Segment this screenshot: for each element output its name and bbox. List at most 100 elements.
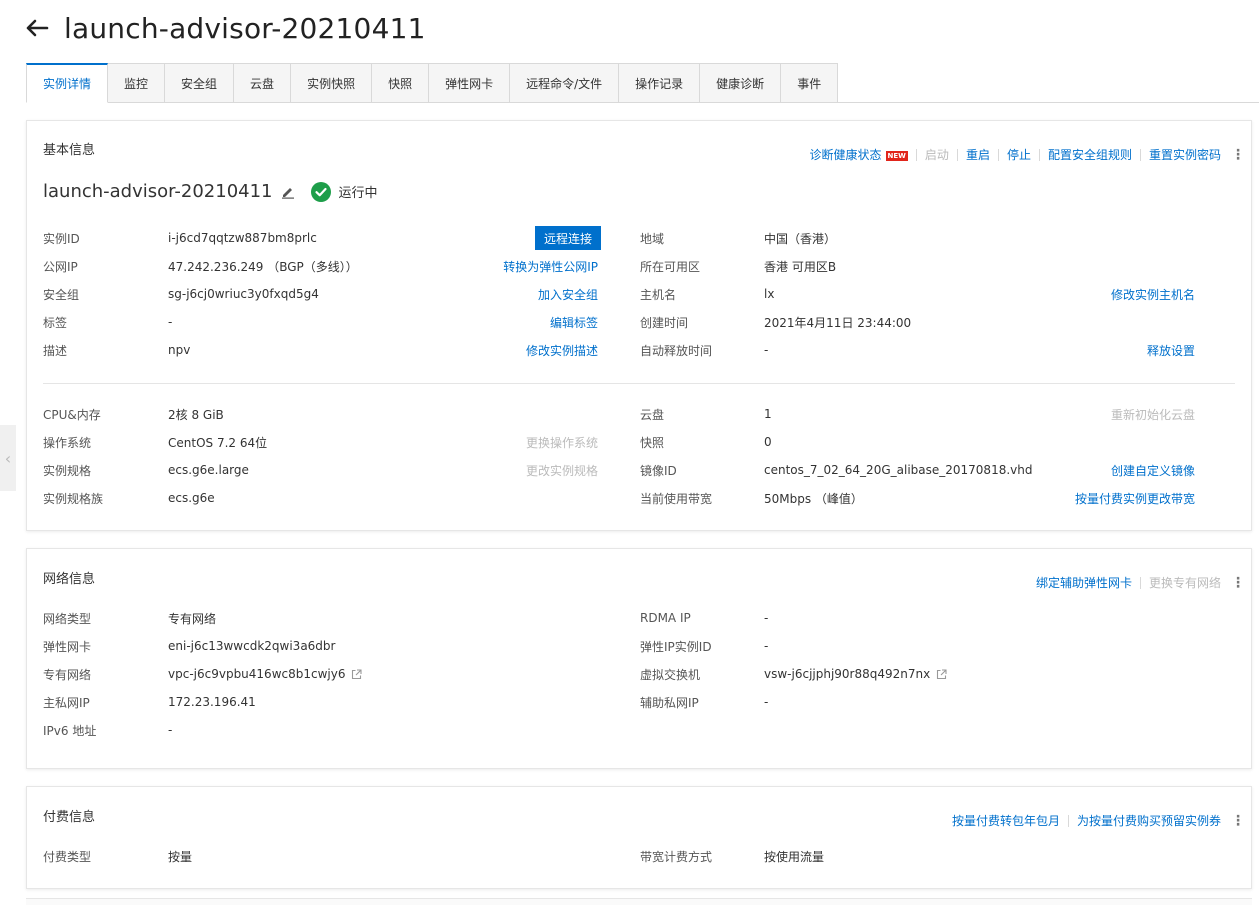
field-label: 操作系统 <box>43 435 92 450</box>
field-billing-type: 付费类型 按量 <box>43 846 192 866</box>
field-value: i-j6cd7qqtzw887bm8prlc <box>168 231 317 245</box>
field-hostname: 主机名 lx <box>640 284 774 304</box>
tab-snapshots[interactable]: 快照 <box>372 63 430 103</box>
field-os: 操作系统 CentOS 7.2 64位 <box>43 432 267 452</box>
tab-eni[interactable]: 弹性网卡 <box>429 63 511 103</box>
external-link-icon[interactable] <box>351 668 363 680</box>
field-disks: 云盘 1 <box>640 404 772 424</box>
field-label: 快照 <box>640 435 665 450</box>
release-settings-link[interactable]: 释放设置 <box>1147 342 1195 359</box>
field-label: 安全组 <box>43 287 80 302</box>
field-value: lx <box>764 287 775 301</box>
diagnose-health-link[interactable]: 诊断健康状态 NEW <box>810 146 908 163</box>
side-collapse-handle[interactable]: ‹ <box>0 425 16 491</box>
field-label: 创建时间 <box>640 315 689 330</box>
field-label: 所在可用区 <box>640 259 701 274</box>
field-value: 专有网络 <box>168 611 217 626</box>
tab-monitoring[interactable]: 监控 <box>108 63 166 103</box>
field-primary-private-ip: 主私网IP 172.23.196.41 <box>43 692 256 712</box>
field-label: CPU&内存 <box>43 407 101 422</box>
external-link-icon[interactable] <box>936 668 947 680</box>
field-label: 主私网IP <box>43 695 90 710</box>
bind-eni-link[interactable]: 绑定辅助弹性网卡 <box>1036 574 1132 591</box>
tab-remote-commands[interactable]: 远程命令/文件 <box>510 63 620 103</box>
edit-description-link-row: 修改实例描述 <box>526 340 598 360</box>
field-value: eni-j6c13wwcdk2qwi3a6dbr <box>168 639 336 653</box>
field-label: 地域 <box>640 231 665 246</box>
more-vertical-icon[interactable]: ⋮ <box>1231 576 1245 590</box>
basic-info-actions: 诊断健康状态 NEW 启动 重启 停止 配置安全组规则 重置实例密码 ⋮ <box>810 146 1245 163</box>
change-os-link-row: 更换操作系统 <box>526 432 598 452</box>
stop-link[interactable]: 停止 <box>1007 146 1031 163</box>
field-description: 描述 npv <box>43 340 190 360</box>
field-instance-family: 实例规格族 ecs.g6e <box>43 488 215 508</box>
divider <box>1067 814 1069 827</box>
billing-info-title: 付费信息 <box>43 810 96 825</box>
field-image-id: 镜像ID centos_7_02_64_20G_alibase_20170818… <box>640 460 1032 480</box>
field-value: 按使用流量 <box>764 849 825 864</box>
tab-security-group[interactable]: 安全组 <box>165 63 235 103</box>
join-security-group-link[interactable]: 加入安全组 <box>538 286 598 303</box>
edit-description-link[interactable]: 修改实例描述 <box>526 342 598 359</box>
divider <box>1139 576 1141 589</box>
configure-sg-rules-link[interactable]: 配置安全组规则 <box>1048 146 1132 163</box>
network-info-card: 网络信息 绑定辅助弹性网卡 更换专有网络 ⋮ 网络类型 专有网络 弹性网卡 en… <box>26 548 1252 769</box>
create-image-link-row: 创建自定义镜像 <box>1111 460 1195 480</box>
field-label: 实例ID <box>43 231 80 246</box>
change-vpc-link: 更换专有网络 <box>1148 576 1221 590</box>
field-cpu-memory: CPU&内存 2核 8 GiB <box>43 404 224 424</box>
network-info-title: 网络信息 <box>43 572 96 587</box>
field-label: 镜像ID <box>640 463 677 478</box>
divider <box>997 148 999 161</box>
field-security-group: 安全组 sg-j6cj0wriuc3y0fxqd5g4 <box>43 284 319 304</box>
more-vertical-icon[interactable]: ⋮ <box>1231 814 1245 828</box>
network-actions: 绑定辅助弹性网卡 更换专有网络 ⋮ <box>1036 574 1245 591</box>
field-value: - <box>764 343 769 357</box>
tab-instance-snapshots[interactable]: 实例快照 <box>291 63 373 103</box>
field-zone: 所在可用区 香港 可用区B <box>640 256 836 276</box>
tab-instance-details[interactable]: 实例详情 <box>26 63 109 103</box>
buy-reserved-instance-link[interactable]: 为按量付费购买预留实例券 <box>1077 812 1221 829</box>
tab-bar: 实例详情 监控 安全组 云盘 实例快照 快照 弹性网卡 远程命令/文件 操作记录… <box>26 63 1259 103</box>
field-value: 1 <box>764 407 772 421</box>
change-type-link-row: 更改实例规格 <box>526 460 598 480</box>
field-instance-type: 实例规格 ecs.g6e.large <box>43 460 249 480</box>
edit-tags-link-row: 编辑标签 <box>550 312 598 332</box>
field-label: 实例规格 <box>43 463 92 478</box>
back-arrow-icon[interactable] <box>24 15 50 41</box>
change-bandwidth-link-row: 按量付费实例更改带宽 <box>1075 488 1195 508</box>
create-custom-image-link[interactable]: 创建自定义镜像 <box>1111 462 1195 479</box>
tab-health-diagnosis[interactable]: 健康诊断 <box>700 63 782 103</box>
tab-events[interactable]: 事件 <box>781 63 839 103</box>
instance-name: launch-advisor-20210411 <box>43 181 273 202</box>
edit-hostname-link-row: 修改实例主机名 <box>1111 284 1195 304</box>
field-value: - <box>168 723 173 737</box>
join-sg-link-row: 加入安全组 <box>538 284 598 304</box>
reset-password-link[interactable]: 重置实例密码 <box>1149 146 1221 163</box>
field-label: 当前使用带宽 <box>640 491 713 506</box>
change-bandwidth-link[interactable]: 按量付费实例更改带宽 <box>1075 490 1195 507</box>
tab-disks[interactable]: 云盘 <box>234 63 292 103</box>
edit-tags-link[interactable]: 编辑标签 <box>550 314 598 331</box>
remote-connect-button[interactable]: 远程连接 <box>535 226 602 250</box>
convert-to-subscription-link[interactable]: 按量付费转包年包月 <box>952 812 1060 829</box>
divider <box>956 148 958 161</box>
more-vertical-icon[interactable]: ⋮ <box>1231 148 1245 162</box>
restart-link[interactable]: 重启 <box>966 146 990 163</box>
edit-pencil-icon[interactable] <box>281 184 297 200</box>
field-value: - <box>764 639 769 653</box>
field-secondary-private-ip: 辅助私网IP - <box>640 692 768 712</box>
diagnose-health-label: 诊断健康状态 <box>809 148 882 162</box>
field-label: IPv6 地址 <box>43 723 97 738</box>
convert-to-eip-link[interactable]: 转换为弹性公网IP <box>503 258 598 275</box>
field-eni: 弹性网卡 eni-j6c13wwcdk2qwi3a6dbr <box>43 636 335 656</box>
field-value: 0 <box>764 435 772 449</box>
billing-actions: 按量付费转包年包月 为按量付费购买预留实例券 ⋮ <box>952 812 1245 829</box>
field-value: 50Mbps （峰值） <box>764 491 863 506</box>
field-value: 中国（香港） <box>764 231 837 246</box>
tab-operation-logs[interactable]: 操作记录 <box>619 63 701 103</box>
field-label: 实例规格族 <box>43 491 104 506</box>
field-label: 弹性IP实例ID <box>640 639 712 654</box>
edit-hostname-link[interactable]: 修改实例主机名 <box>1111 286 1195 303</box>
field-public-ip: 公网IP 47.242.236.249 （BGP（多线）） <box>43 256 358 276</box>
